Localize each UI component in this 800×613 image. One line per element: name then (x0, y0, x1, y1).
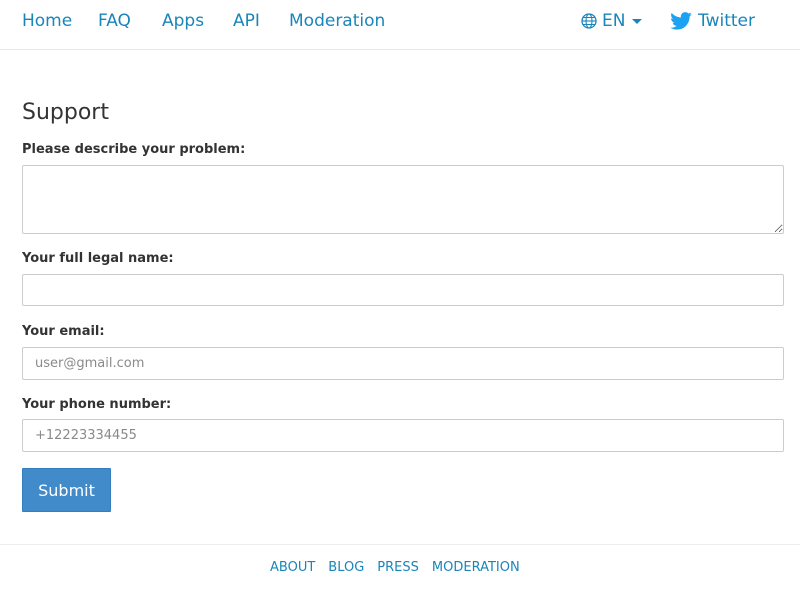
language-label: EN (602, 11, 626, 31)
footer-press-link[interactable]: PRESS (377, 560, 419, 575)
problem-textarea[interactable] (22, 165, 784, 234)
problem-label: Please describe your problem: (22, 142, 246, 157)
footer-about-link[interactable]: ABOUT (270, 560, 315, 575)
twitter-link[interactable]: Twitter (670, 11, 755, 31)
footer: ABOUT BLOG PRESS MODERATION (0, 544, 800, 613)
footer-moderation-link[interactable]: MODERATION (432, 560, 520, 575)
page-title: Support (22, 100, 109, 125)
nav-moderation-link[interactable]: Moderation (289, 11, 385, 31)
submit-button[interactable]: Submit (22, 468, 111, 512)
phone-label: Your phone number: (22, 397, 172, 412)
full-name-input[interactable] (22, 274, 784, 306)
full-name-label: Your full legal name: (22, 251, 174, 266)
email-label: Your email: (22, 324, 105, 339)
nav-api-link[interactable]: API (233, 11, 260, 31)
phone-input[interactable] (22, 419, 784, 452)
nav-home-link[interactable]: Home (22, 11, 72, 31)
footer-blog-link[interactable]: BLOG (328, 560, 364, 575)
caret-down-icon (632, 18, 643, 24)
globe-icon (581, 13, 597, 29)
twitter-bird-icon (670, 12, 692, 30)
twitter-label: Twitter (698, 11, 755, 31)
nav-faq-link[interactable]: FAQ (98, 11, 131, 31)
language-dropdown[interactable]: EN (581, 11, 643, 31)
email-input[interactable] (22, 347, 784, 380)
footer-links: ABOUT BLOG PRESS MODERATION (270, 560, 533, 575)
nav-apps-link[interactable]: Apps (162, 11, 204, 31)
top-navbar: Home FAQ Apps API Moderation EN Twitter (0, 0, 800, 50)
